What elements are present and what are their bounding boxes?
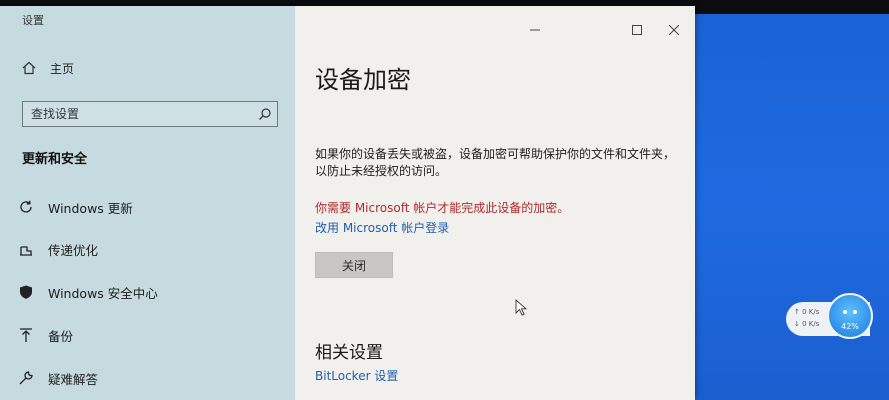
sidebar-item-delivery-optimization[interactable]: 传递优化 [0, 236, 295, 262]
close-icon [669, 25, 679, 35]
sidebar-item-windows-update[interactable]: Windows 更新 [0, 194, 295, 220]
page-title: 设备加密 [315, 66, 411, 94]
download-speed: ↓ 0 K/s [794, 320, 819, 328]
search-icon[interactable] [258, 107, 272, 121]
memory-ball-widget[interactable]: 42% [827, 293, 873, 339]
section-title: 更新和安全 [22, 152, 88, 167]
settings-window: 设置 主页 更新和安全 Windows 更新 [0, 6, 695, 400]
sidebar-item-label: 备份 [48, 328, 74, 344]
download-arrow-icon: ↓ [794, 320, 800, 328]
sidebar-item-label: Windows 安全中心 [48, 285, 158, 301]
upload-speed: ↑ 0 K/s [794, 308, 819, 316]
encryption-description: 如果你的设备丢失或被盗，设备加密可帮助保护你的文件和文件夹，以防止未经授权的访问… [315, 147, 676, 178]
search-input[interactable] [31, 105, 251, 123]
wrench-icon [18, 370, 34, 386]
window-title: 设置 [22, 14, 44, 27]
upload-arrow-icon: ↑ [794, 308, 800, 316]
maximize-button[interactable] [627, 22, 647, 38]
sidebar-item-windows-security[interactable]: Windows 安全中心 [0, 279, 295, 305]
maximize-icon [632, 25, 642, 35]
home-icon [22, 61, 36, 75]
sidebar-item-label: 疑难解答 [48, 371, 99, 387]
backup-arrow-icon [18, 327, 34, 343]
search-box[interactable] [22, 101, 278, 127]
shield-icon [18, 284, 34, 300]
related-settings-title: 相关设置 [315, 343, 383, 363]
minimize-button[interactable] [525, 22, 545, 38]
account-warning: 你需要 Microsoft 帐户才能完成此设备的加密。 [315, 201, 570, 215]
sidebar-item-label: 传递优化 [48, 242, 99, 258]
upload-speed-value: 0 K/s [802, 308, 820, 316]
sidebar-item-backup[interactable]: 备份 [0, 322, 295, 348]
use-microsoft-account-link[interactable]: 改用 Microsoft 帐户登录 [315, 219, 449, 236]
minimize-icon [530, 29, 540, 31]
delivery-optimization-icon [18, 241, 34, 257]
bitlocker-settings-link[interactable]: BitLocker 设置 [315, 367, 398, 384]
window-close-button[interactable] [664, 22, 684, 38]
desktop-background [690, 14, 889, 400]
home-label: 主页 [50, 61, 75, 76]
mouse-cursor-icon [515, 299, 527, 316]
sidebar-home[interactable]: 主页 [22, 58, 74, 78]
usage-percent: 42% [841, 322, 859, 331]
sidebar-item-troubleshoot[interactable]: 疑难解答 [0, 365, 295, 391]
download-speed-value: 0 K/s [802, 320, 820, 328]
sidebar: 设置 主页 更新和安全 Windows 更新 [0, 6, 295, 400]
sidebar-item-label: Windows 更新 [48, 200, 133, 216]
main-content: 设备加密 如果你的设备丢失或被盗，设备加密可帮助保护你的文件和文件夹，以防止未经… [295, 6, 695, 400]
refresh-icon [18, 199, 34, 215]
close-encryption-button[interactable]: 关闭 [315, 252, 393, 278]
